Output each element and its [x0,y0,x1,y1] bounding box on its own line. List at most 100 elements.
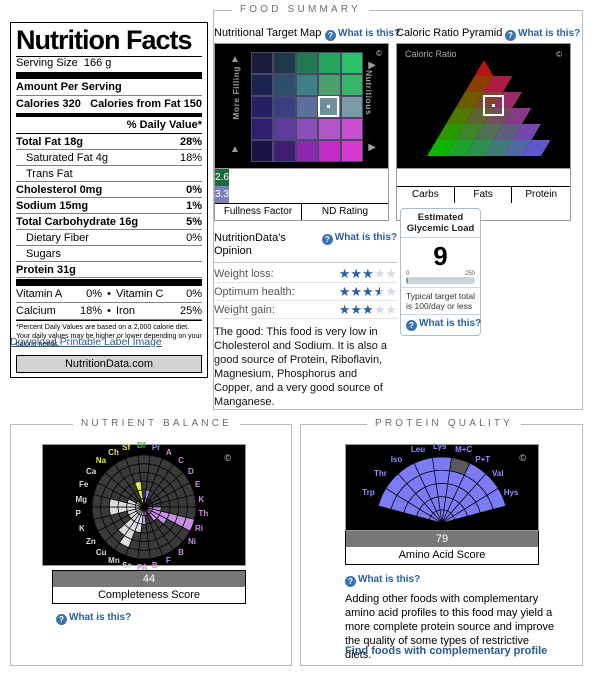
glycemic-what-is-this[interactable]: ? What is this? [406,318,481,331]
nutrient-wheel-label: Df [137,441,146,450]
target-map-cell [340,74,363,96]
amino-acid-label: Thr [374,469,387,479]
nutrient-wheel-label: F [165,556,171,565]
nutrient-row: Trans Fat [16,166,202,181]
target-map-cell [295,118,319,140]
nutrient-wheel-label: C [178,456,184,466]
fullness-factor-label: Fullness Factor [215,204,302,220]
nutrient-name: Saturated Fat 4g [26,152,108,164]
nutrient-wheel-label: B [178,547,184,557]
target-map-heading: Nutritional Target Map [214,27,322,39]
page-title: Nutrition Facts [16,25,193,55]
caloric-pyramid-heading: Caloric Ratio Pyramid [396,27,503,39]
nutrient-wheel-svg [91,454,197,560]
calories-row: Calories 320 Calories from Fat 150 [16,96,202,111]
nutrient-balance-wheel-chart[interactable]: © Df Pr A C D E K Th Ri Ni B F B PA Se Mn Cu Zn K P Mg Fe Ca Na… [42,441,246,572]
glycemic-value: 9 [433,241,448,271]
target-map-cell [251,118,274,140]
nutrient-row: Dietary Fiber 0% [16,230,202,245]
find-complementary-foods-link[interactable]: Find foods with complementary profile [345,645,547,657]
nutrient-wheel-label: Cu [95,547,107,557]
nutrient-row: Sugars [16,246,202,261]
nutrient-wheel-label: Fe [79,480,89,490]
nutrient-name: Total Fat 18g [16,136,84,148]
nutrient-wedge [138,463,150,473]
download-printable-label-link[interactable]: Download Printable Label Image [10,336,162,348]
target-map-cell [251,52,274,74]
brand-badge: NutritionData.com [16,354,202,373]
what-is-this-label: What is this? [358,574,421,585]
carbs-pct: 20% [397,169,455,186]
nutrient-wedge [185,494,197,508]
amino-acid-score-label: Amino Acid Score [398,549,486,561]
protein-label: Protein [525,189,558,200]
amino-acid-label: Iso [390,454,403,464]
nutrient-wheel-label: Ca [85,467,97,477]
nd-rating-bar: 3.3 [215,186,229,203]
target-map-cell [318,74,341,96]
nutrient-name: Dietary Fiber [26,232,89,244]
nutrient-daily-value: 1% [186,200,202,212]
completeness-score-box: 44 Completeness Score [52,570,246,604]
nutrient-wedge [139,532,149,543]
nutrient-balance-what-is-this[interactable]: ? What is this? [56,612,131,625]
target-map-grid [251,52,363,162]
nutrient-row: Total Carbohydrate 16g 5% [16,214,202,229]
protein-pct: 33% [531,172,552,183]
what-is-this-label: What is this? [338,28,401,39]
pyramid-cell [474,60,494,76]
vitamin-daily-value: 0% [186,288,202,300]
amino-acid-label: Trp [362,487,375,497]
nutrient-row: Sodium 15mg 1% [16,198,202,213]
vitamin-row: Vitamin A 0% • Vitamin C 0% [16,286,202,302]
nutrient-wheel-label: Mn [108,556,120,565]
target-map-cell [340,140,363,162]
amino-acid-score-box: 79 Amino Acid Score [345,531,539,565]
vitamin-name: Iron [116,305,135,317]
nutrient-name: Trans Fat [26,168,73,180]
fats-pct: 47% [455,169,513,186]
what-is-this-label: What is this? [419,318,482,329]
what-is-this-label: What is this? [69,612,132,623]
target-map-cell [318,52,341,74]
nutrient-wheel-label: B [151,561,158,571]
bullet-separator: • [107,288,111,300]
nutrient-wheel-label: K [198,494,205,504]
nutritional-target-map-chart[interactable]: © More Filling ▲ ▲ Nutritious ▶ ▶ [214,43,389,169]
carbs-label: Carbs [397,187,455,203]
vitamin-name: Calcium [16,305,56,317]
nutrient-daily-value: 18% [179,152,202,164]
target-map-scores: 2.6 3.3 Fullness Factor ND Rating [214,169,389,221]
estimated-glycemic-load-box: Estimated Glycemic Load 9 0 250 Typical … [400,208,481,336]
target-map-cell [318,140,341,162]
question-icon: ? [325,30,336,41]
question-icon: ? [505,30,516,41]
target-map-cell [295,74,319,96]
vitamin-daily-value: 0% [86,288,102,300]
opinion-text: The good: This food is very low in Chole… [214,326,388,408]
protein-quality-what-is-this[interactable]: ? What is this? [345,574,420,587]
target-map-cell [295,52,319,74]
target-map-cell [295,96,319,118]
opinion-rating-label: Optimum health: [214,285,295,298]
nutrient-name: Sugars [26,248,61,260]
amino-acid-label: Val [491,469,504,479]
glycemic-title-line1: Estimated [417,212,464,223]
amino-acid-wedge [432,456,452,472]
caloric-ratio-pyramid-chart[interactable]: © Caloric Ratio [396,43,571,169]
target-map-what-is-this[interactable]: ? What is this? [325,28,400,41]
serving-size-value: 166 g [83,57,112,69]
calories-label: Calories 320 [16,98,81,110]
opinion-what-is-this[interactable]: ? What is this? [321,232,397,245]
caloric-pyramid-what-is-this[interactable]: ? What is this? [505,28,580,41]
question-icon: ? [345,576,356,587]
amount-per-serving: Amount Per Serving [16,81,122,93]
vitamin-daily-value: 25% [179,305,202,317]
question-icon: ? [406,320,417,331]
nutrient-wheel-label: Se [122,561,132,571]
target-map-cell [340,96,363,118]
nutrient-wheel-label: D [188,467,194,477]
protein-quality-chart[interactable]: © Trp Thr Iso Leu Lys M+C P+T Val Hys [345,442,539,531]
nutrient-wheel-label: Ch [108,447,119,457]
nutrient-rows: Total Fat 18g 28% Saturated Fat 4g 18% Trans… [16,134,202,278]
